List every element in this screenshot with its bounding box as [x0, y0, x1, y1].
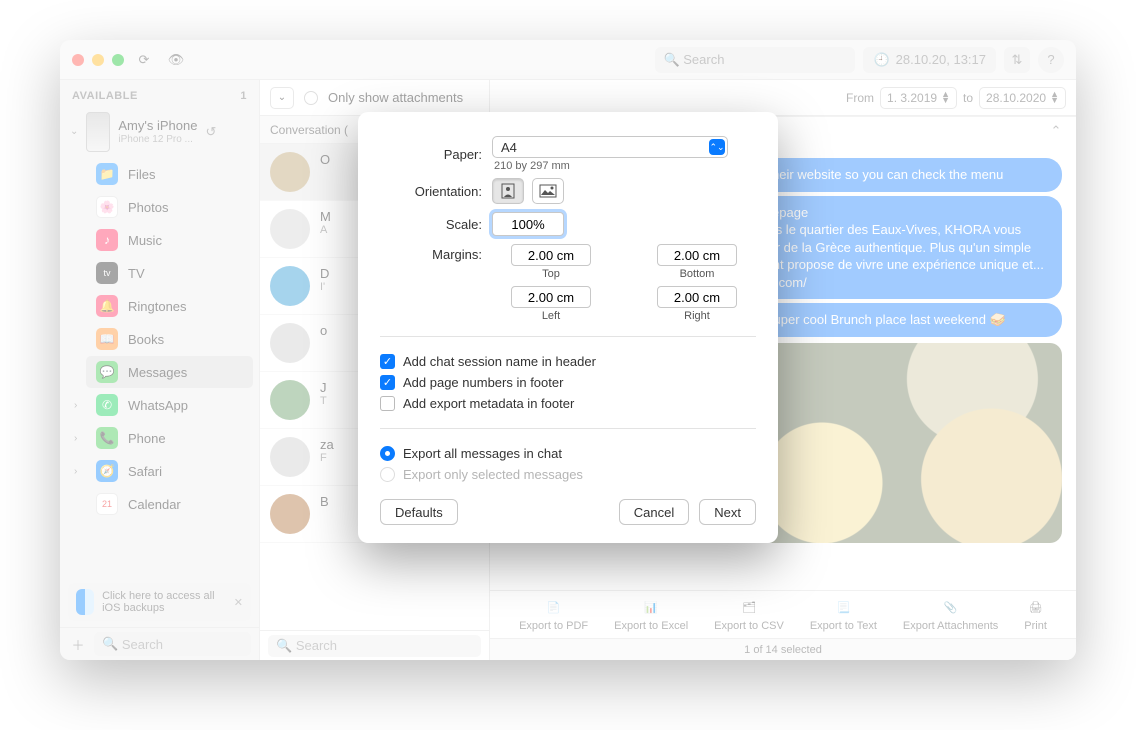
margin-top-label: Top — [542, 268, 560, 280]
portrait-icon — [501, 183, 515, 199]
margin-bottom-label: Bottom — [680, 268, 715, 280]
radio-export-all[interactable]: Export all messages in chat — [380, 443, 756, 464]
next-button[interactable]: Next — [699, 499, 756, 525]
checkbox-add-page-numbers[interactable]: ✓ Add page numbers in footer — [380, 372, 756, 393]
margin-right-input[interactable] — [657, 286, 737, 308]
radio-icon — [380, 446, 395, 461]
radio-icon — [380, 467, 395, 482]
margins-label: Margins: — [380, 244, 492, 262]
paper-label: Paper: — [380, 147, 492, 162]
checkbox-icon: ✓ — [380, 375, 395, 390]
orientation-landscape[interactable] — [532, 178, 564, 204]
paper-select[interactable]: A4 ⌃⌄ — [492, 136, 728, 158]
radio-label: Export all messages in chat — [403, 446, 562, 461]
button-row: Defaults Cancel Next — [380, 499, 756, 525]
checkbox-label: Add export metadata in footer — [403, 396, 574, 411]
radio-export-selected: Export only selected messages — [380, 464, 756, 485]
checkbox-label: Add chat session name in header — [403, 354, 596, 369]
checkbox-add-export-metadata[interactable]: Add export metadata in footer — [380, 393, 756, 414]
margin-top-input[interactable] — [511, 244, 591, 266]
margin-left-input[interactable] — [511, 286, 591, 308]
defaults-button[interactable]: Defaults — [380, 499, 458, 525]
scale-input[interactable] — [492, 212, 564, 236]
orientation-label: Orientation: — [380, 184, 492, 199]
checkbox-label: Add page numbers in footer — [403, 375, 563, 390]
export-sheet: Paper: A4 ⌃⌄ 210 by 297 mm Orientation: — [358, 112, 778, 543]
modal-overlay: Paper: A4 ⌃⌄ 210 by 297 mm Orientation: — [60, 40, 1076, 660]
dropdown-caret-icon: ⌃⌄ — [709, 139, 725, 155]
scale-label: Scale: — [380, 217, 492, 232]
margin-right-label: Right — [684, 310, 710, 322]
app-window: ⟳ 👁 🔍 Search 🕘 28.10.20, 13:17 ⇅ ? AVAIL… — [60, 40, 1076, 660]
checkbox-add-header-name[interactable]: ✓ Add chat session name in header — [380, 351, 756, 372]
margin-left-label: Left — [542, 310, 560, 322]
radio-label: Export only selected messages — [403, 467, 583, 482]
checkbox-icon: ✓ — [380, 354, 395, 369]
paper-dimensions: 210 by 297 mm — [492, 160, 756, 172]
landscape-icon — [539, 184, 557, 198]
orientation-portrait[interactable] — [492, 178, 524, 204]
margin-bottom-input[interactable] — [657, 244, 737, 266]
checkbox-icon — [380, 396, 395, 411]
paper-value: A4 — [501, 140, 517, 155]
cancel-button[interactable]: Cancel — [619, 499, 689, 525]
